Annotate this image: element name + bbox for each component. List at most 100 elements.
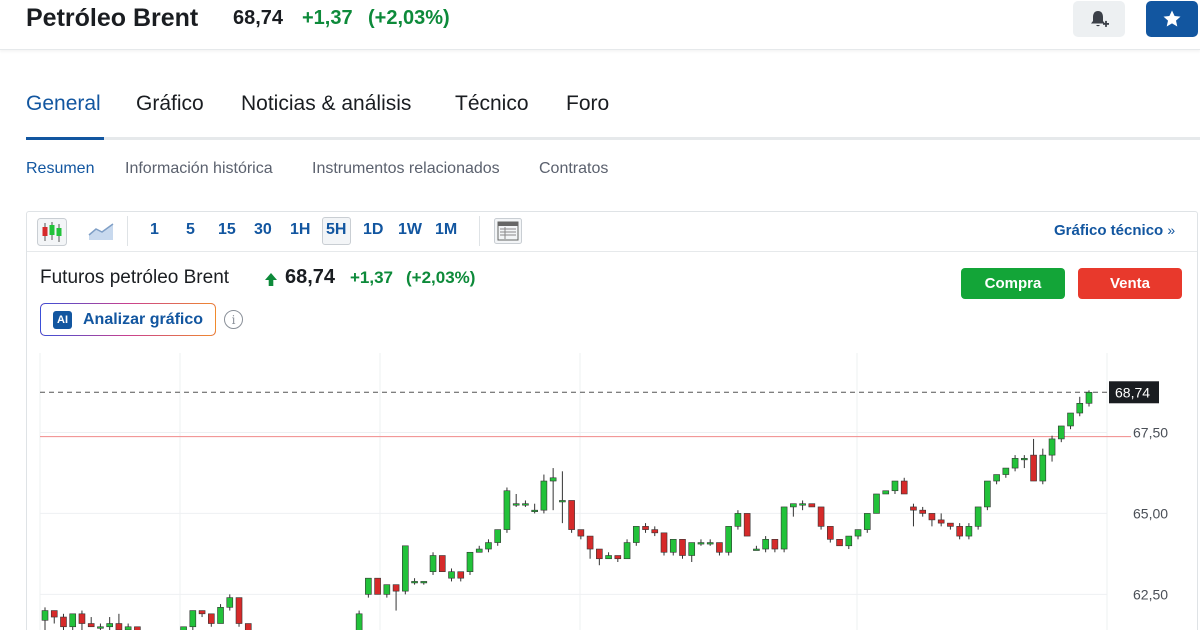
timeframe-5h[interactable]: 5H bbox=[326, 221, 346, 239]
watchlist-button[interactable] bbox=[1146, 1, 1198, 37]
instrument-change: +1,37 bbox=[350, 268, 394, 287]
candlestick-icon[interactable] bbox=[37, 218, 67, 246]
candle-body bbox=[1085, 391, 1093, 404]
candle-body bbox=[475, 548, 483, 553]
candle-body bbox=[1011, 458, 1019, 469]
chevron-right-double-icon: » bbox=[1167, 222, 1176, 238]
candle-body bbox=[568, 500, 575, 530]
candle-body bbox=[244, 623, 252, 630]
candle-body bbox=[512, 503, 520, 506]
candle-body bbox=[1057, 425, 1065, 440]
candle-body bbox=[1021, 458, 1028, 461]
candle-body bbox=[697, 542, 705, 545]
technical-chart-link[interactable]: Gráfico técnico » bbox=[1054, 222, 1175, 239]
timeframe-30[interactable]: 30 bbox=[254, 221, 272, 239]
candle-body bbox=[725, 526, 732, 553]
candle-body bbox=[947, 522, 954, 527]
instrument-header: Petróleo Brent 68,74 +1,37 (+2,03%) bbox=[0, 0, 1200, 50]
timeframe-15[interactable]: 15 bbox=[218, 221, 236, 239]
candle-body bbox=[993, 474, 1000, 482]
candle-body bbox=[845, 535, 853, 547]
tab-tecnico[interactable]: Técnico bbox=[455, 92, 529, 116]
candle-body bbox=[1039, 454, 1047, 482]
candle-body bbox=[651, 529, 659, 534]
last-price-tag-label: 68,74 bbox=[1115, 384, 1150, 400]
timeframe-1m[interactable]: 1M bbox=[435, 221, 457, 239]
toolbar-divider bbox=[27, 251, 1197, 252]
candle-body bbox=[429, 555, 437, 573]
candle-body bbox=[734, 513, 742, 527]
candle-body bbox=[226, 597, 234, 608]
candle-body bbox=[965, 526, 973, 537]
y-tick-label: 67,50 bbox=[1133, 424, 1168, 440]
candle-body bbox=[642, 526, 649, 530]
candle-body bbox=[217, 607, 224, 624]
candle-body bbox=[928, 513, 936, 521]
tab-grafico[interactable]: Gráfico bbox=[136, 92, 204, 116]
candle-body bbox=[448, 571, 455, 579]
candle-body bbox=[882, 490, 890, 495]
sell-button[interactable]: Venta bbox=[1078, 268, 1182, 299]
subtab-instrumentos-relacionados[interactable]: Instrumentos relacionados bbox=[312, 160, 500, 178]
candle-body bbox=[438, 555, 446, 573]
analyze-chart-button[interactable]: AI Analizar gráfico bbox=[40, 303, 216, 336]
candle-body bbox=[97, 626, 104, 629]
arrow-up-icon bbox=[265, 273, 277, 286]
timeframe-5[interactable]: 5 bbox=[186, 221, 195, 239]
candle-body bbox=[910, 506, 917, 511]
add-alert-button[interactable] bbox=[1073, 1, 1125, 37]
candle-body bbox=[78, 613, 86, 624]
candle-body bbox=[863, 513, 871, 530]
page-title: Petróleo Brent bbox=[26, 4, 199, 32]
candle-body bbox=[50, 610, 58, 618]
candle-body bbox=[420, 581, 428, 584]
candle-body bbox=[355, 613, 363, 630]
candle-body bbox=[1067, 412, 1074, 427]
candle-body bbox=[808, 503, 816, 508]
price-chart[interactable]: 67,50 65,00 62,50 68,74 bbox=[27, 345, 1197, 630]
instrument-price: 68,74 bbox=[285, 266, 336, 288]
candle-body bbox=[669, 539, 677, 553]
area-chart-icon[interactable] bbox=[88, 221, 114, 241]
subtab-informacion-historica[interactable]: Información histórica bbox=[125, 160, 273, 178]
header-change: +1,37 bbox=[302, 7, 353, 29]
candle-body bbox=[494, 529, 502, 543]
header-change-pct: (+2,03%) bbox=[368, 7, 450, 29]
info-icon[interactable]: i bbox=[224, 310, 243, 329]
candle-body bbox=[919, 509, 926, 514]
candle-body bbox=[623, 542, 631, 560]
subtab-contratos[interactable]: Contratos bbox=[539, 160, 608, 178]
candle-body bbox=[586, 535, 594, 550]
timeframe-1h[interactable]: 1H bbox=[290, 221, 310, 239]
instrument-change-pct: (+2,03%) bbox=[406, 268, 476, 287]
tab-noticias[interactable]: Noticias & análisis bbox=[241, 92, 411, 116]
candle-body bbox=[559, 500, 566, 503]
candle-body bbox=[716, 542, 723, 553]
candle-body bbox=[956, 526, 963, 537]
tab-general[interactable]: General bbox=[26, 92, 101, 116]
subtab-resumen[interactable]: Resumen bbox=[26, 160, 94, 178]
timeframe-1[interactable]: 1 bbox=[150, 221, 159, 239]
timeframe-1d[interactable]: 1D bbox=[363, 221, 383, 239]
candle-body bbox=[984, 480, 991, 508]
ai-icon: AI bbox=[53, 311, 72, 329]
candle-body bbox=[365, 577, 372, 595]
candle-body bbox=[780, 506, 788, 550]
candle-body bbox=[836, 539, 843, 547]
candle-body bbox=[688, 542, 696, 556]
candle-body bbox=[522, 503, 529, 506]
table-view-icon[interactable] bbox=[494, 218, 522, 244]
candle-body bbox=[660, 532, 668, 553]
candle-body bbox=[743, 513, 751, 537]
buy-button[interactable]: Compra bbox=[961, 268, 1065, 299]
candle-body bbox=[937, 519, 945, 524]
bell-plus-icon bbox=[1091, 11, 1109, 27]
candle-body bbox=[679, 539, 686, 556]
candle-body bbox=[411, 581, 418, 584]
timeframe-1w[interactable]: 1W bbox=[398, 221, 422, 239]
tab-foro[interactable]: Foro bbox=[566, 92, 609, 116]
candle-body bbox=[762, 539, 769, 550]
candle-body bbox=[753, 548, 760, 551]
candle-body bbox=[596, 548, 603, 560]
tabs-divider bbox=[26, 137, 1200, 140]
